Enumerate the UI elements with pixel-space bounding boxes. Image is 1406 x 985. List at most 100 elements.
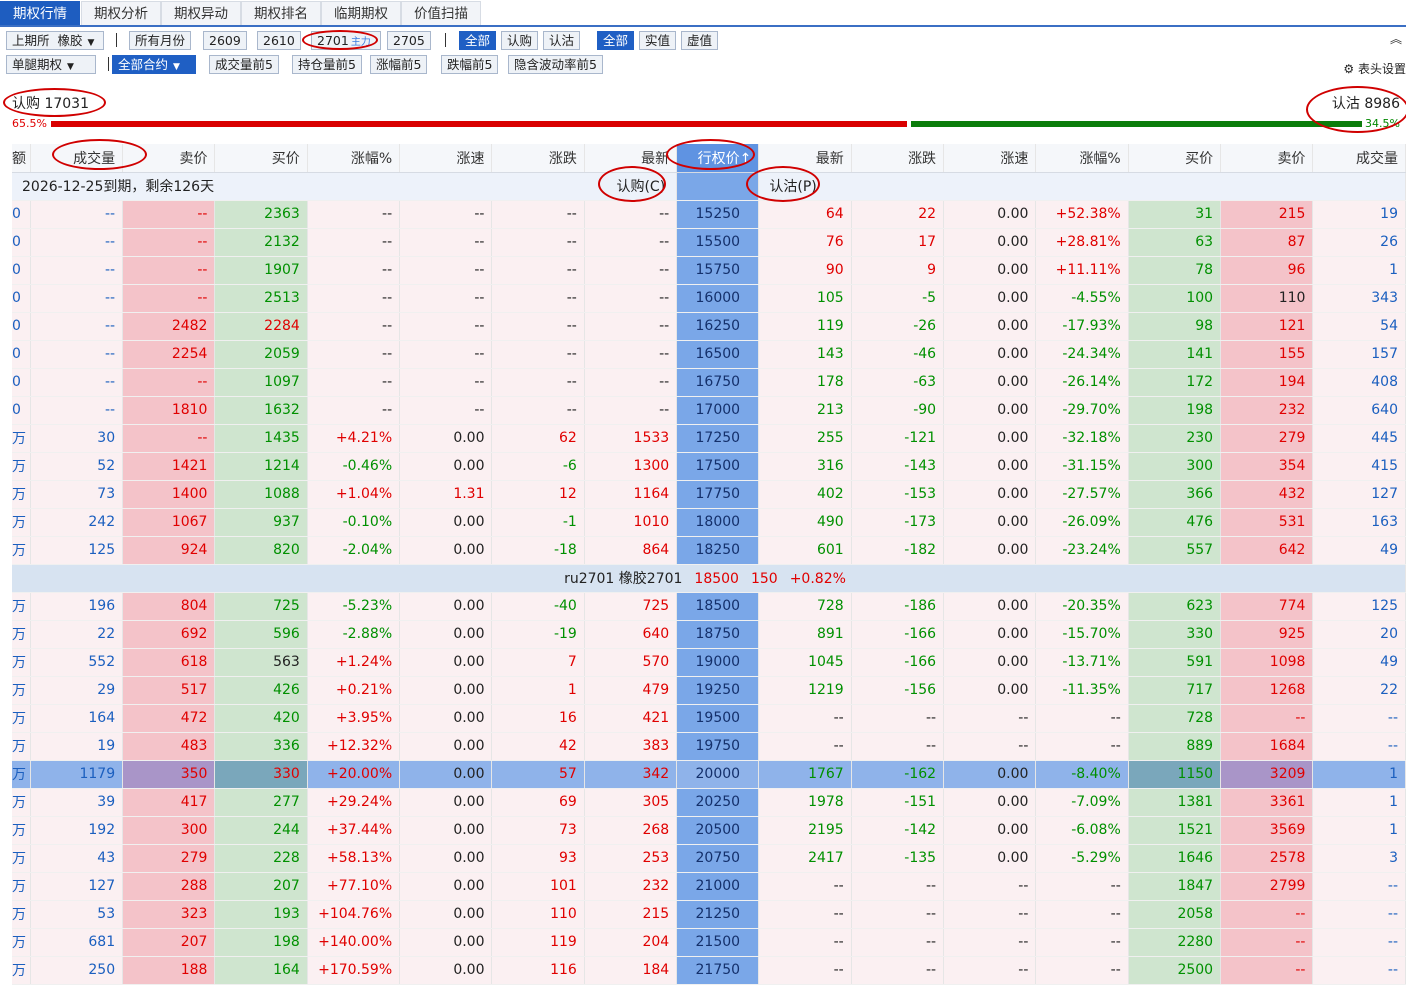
table-row[interactable]: 万 30 -- 1435 +4.21% 0.00 62 1533 17250 255 -121 0.0… bbox=[12, 424, 1406, 453]
put-volume[interactable]: 640 bbox=[1312, 396, 1406, 425]
call-ask[interactable]: -- bbox=[122, 228, 216, 257]
call-volume[interactable]: 19 bbox=[30, 732, 124, 761]
col-header-call-bid[interactable]: 买价 bbox=[214, 144, 308, 173]
table-row[interactable]: 0 -- 2254 2059 -- -- -- -- 16500 143 -46 0.00 -24.34… bbox=[12, 340, 1406, 369]
call-pct-change[interactable]: -- bbox=[307, 200, 401, 229]
call-speed[interactable]: 0.00 bbox=[399, 760, 493, 789]
call-amount[interactable]: 0 bbox=[12, 396, 31, 425]
call-speed[interactable]: -- bbox=[399, 228, 493, 257]
col-header-put-bid[interactable]: 买价 bbox=[1128, 144, 1222, 173]
put-ask[interactable]: -- bbox=[1220, 704, 1314, 733]
call-speed[interactable]: -- bbox=[399, 256, 493, 285]
put-last[interactable]: 64 bbox=[758, 200, 852, 229]
put-change[interactable]: -- bbox=[851, 704, 945, 733]
put-last[interactable]: 119 bbox=[758, 312, 852, 341]
strike-price[interactable]: 21000 bbox=[676, 872, 760, 901]
tab-expiring-options[interactable]: 临期期权 bbox=[321, 1, 401, 25]
strike-price[interactable]: 20250 bbox=[676, 788, 760, 817]
put-change[interactable]: 22 bbox=[851, 200, 945, 229]
put-change[interactable]: -90 bbox=[851, 396, 945, 425]
call-ask[interactable]: 472 bbox=[122, 704, 216, 733]
put-pct-change[interactable]: -31.15% bbox=[1035, 452, 1129, 481]
put-bid[interactable]: 198 bbox=[1128, 396, 1222, 425]
col-header-put-speed[interactable]: 涨速 bbox=[943, 144, 1037, 173]
call-ask[interactable]: 188 bbox=[122, 956, 216, 985]
call-change[interactable]: -- bbox=[491, 228, 585, 257]
table-row[interactable]: 0 -- -- 2132 -- -- -- -- 15500 76 17 0.00 +28.81% 63 8… bbox=[12, 228, 1406, 257]
put-volume[interactable]: 3 bbox=[1312, 844, 1406, 873]
put-change[interactable]: -162 bbox=[851, 760, 945, 789]
call-ask[interactable]: 1421 bbox=[122, 452, 216, 481]
put-speed[interactable]: -- bbox=[943, 704, 1037, 733]
put-pct-change[interactable]: -4.55% bbox=[1035, 284, 1129, 313]
call-amount[interactable]: 万 bbox=[12, 424, 31, 453]
call-ask[interactable]: 1067 bbox=[122, 508, 216, 537]
month-filter-all[interactable]: 所有月份 bbox=[129, 31, 192, 50]
put-volume[interactable]: -- bbox=[1312, 928, 1406, 957]
call-volume[interactable]: 125 bbox=[30, 536, 124, 565]
call-ask[interactable]: 279 bbox=[122, 844, 216, 873]
call-pct-change[interactable]: -2.88% bbox=[307, 620, 401, 649]
call-speed[interactable]: 0.00 bbox=[399, 424, 493, 453]
call-change[interactable]: -- bbox=[491, 200, 585, 229]
call-last[interactable]: -- bbox=[584, 340, 678, 369]
call-amount[interactable]: 0 bbox=[12, 200, 31, 229]
put-volume[interactable]: 22 bbox=[1312, 676, 1406, 705]
call-bid[interactable]: 207 bbox=[214, 872, 308, 901]
put-change[interactable]: 9 bbox=[851, 256, 945, 285]
put-volume[interactable]: 49 bbox=[1312, 536, 1406, 565]
call-volume[interactable]: 242 bbox=[30, 508, 124, 537]
call-amount[interactable]: 0 bbox=[12, 284, 31, 313]
table-row[interactable]: 万 53 323 193 +104.76% 0.00 110 215 21250 -- -- -- --… bbox=[12, 900, 1406, 929]
call-bid[interactable]: 937 bbox=[214, 508, 308, 537]
put-last[interactable]: -- bbox=[758, 732, 852, 761]
call-last[interactable]: 1010 bbox=[584, 508, 678, 537]
put-change[interactable]: -121 bbox=[851, 424, 945, 453]
call-bid[interactable]: 2363 bbox=[214, 200, 308, 229]
strike-price[interactable]: 18250 bbox=[676, 536, 760, 565]
put-last[interactable]: 1045 bbox=[758, 648, 852, 677]
put-speed[interactable]: 0.00 bbox=[943, 648, 1037, 677]
put-volume[interactable]: 157 bbox=[1312, 340, 1406, 369]
table-row[interactable]: 万 681 207 198 +140.00% 0.00 119 204 21500 -- -- -- -… bbox=[12, 928, 1406, 957]
call-bid[interactable]: 725 bbox=[214, 592, 308, 621]
put-bid[interactable]: 1646 bbox=[1128, 844, 1222, 873]
col-header-put-last[interactable]: 最新 bbox=[758, 144, 852, 173]
put-bid[interactable]: 141 bbox=[1128, 340, 1222, 369]
call-change[interactable]: 7 bbox=[491, 648, 585, 677]
call-volume[interactable]: -- bbox=[30, 368, 124, 397]
call-ask[interactable]: 2482 bbox=[122, 312, 216, 341]
put-last[interactable]: 316 bbox=[758, 452, 852, 481]
put-speed[interactable]: 0.00 bbox=[943, 620, 1037, 649]
put-bid[interactable]: 889 bbox=[1128, 732, 1222, 761]
put-speed[interactable]: 0.00 bbox=[943, 256, 1037, 285]
call-ask[interactable]: 350 bbox=[122, 760, 216, 789]
table-row[interactable]: 万 73 1400 1088 +1.04% 1.31 12 1164 17750 402 -153 0… bbox=[12, 480, 1406, 509]
put-volume[interactable]: -- bbox=[1312, 956, 1406, 985]
put-change[interactable]: -- bbox=[851, 732, 945, 761]
put-bid[interactable]: 557 bbox=[1128, 536, 1222, 565]
col-header-put-volume[interactable]: 成交量 bbox=[1312, 144, 1406, 173]
call-pct-change[interactable]: +77.10% bbox=[307, 872, 401, 901]
call-speed[interactable]: 0.00 bbox=[399, 956, 493, 985]
put-pct-change[interactable]: -32.18% bbox=[1035, 424, 1129, 453]
call-last[interactable]: 1300 bbox=[584, 452, 678, 481]
call-bid[interactable]: 336 bbox=[214, 732, 308, 761]
put-ask[interactable]: 1684 bbox=[1220, 732, 1314, 761]
strike-price[interactable]: 19000 bbox=[676, 648, 760, 677]
call-amount[interactable]: 万 bbox=[12, 592, 31, 621]
strike-price[interactable]: 19500 bbox=[676, 704, 760, 733]
strike-price[interactable]: 19750 bbox=[676, 732, 760, 761]
call-bid[interactable]: 2059 bbox=[214, 340, 308, 369]
value-filter-otm[interactable]: 虚值 bbox=[681, 31, 719, 50]
put-pct-change[interactable]: +28.81% bbox=[1035, 228, 1129, 257]
put-pct-change[interactable]: -- bbox=[1035, 872, 1129, 901]
call-pct-change[interactable]: +12.32% bbox=[307, 732, 401, 761]
put-ask[interactable]: 87 bbox=[1220, 228, 1314, 257]
call-pct-change[interactable]: -- bbox=[307, 340, 401, 369]
put-speed[interactable]: 0.00 bbox=[943, 536, 1037, 565]
put-pct-change[interactable]: -- bbox=[1035, 704, 1129, 733]
call-ask[interactable]: 483 bbox=[122, 732, 216, 761]
call-pct-change[interactable]: -- bbox=[307, 312, 401, 341]
put-pct-change[interactable]: -- bbox=[1035, 928, 1129, 957]
